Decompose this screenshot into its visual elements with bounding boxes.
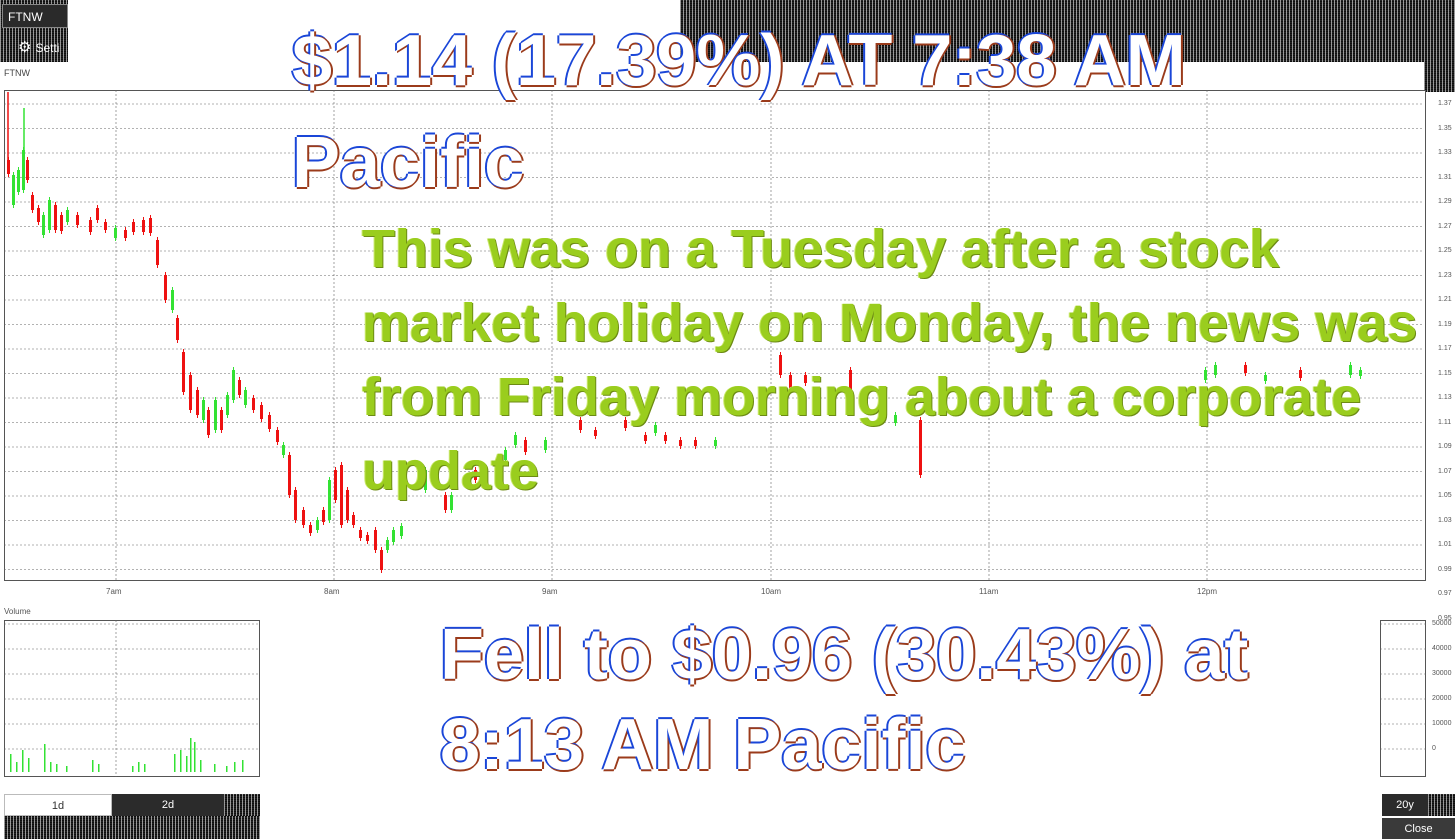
annotation-bottom: Fell to $0.96 (30.43%) at 8:13 AM Pacifi… [440,615,1249,785]
price-axis-tick: 1.35 [1438,124,1452,132]
volume-bar [200,760,202,772]
volume-bar [138,762,140,772]
settings-label: Setti [35,41,60,55]
volume-axis-tick: 0 [1432,745,1436,752]
footer-strip-left [4,816,260,839]
volume-axis-tick: 30000 [1432,670,1452,677]
volume-bar [44,744,46,772]
price-axis-tick: 1.03 [1438,516,1452,524]
price-axis-tick: 1.31 [1438,173,1452,181]
volume-bar [132,766,134,772]
right-side-strip [1424,62,1455,92]
volume-bar [28,758,30,772]
price-axis-tick: 1.01 [1438,541,1452,548]
price-axis-tick: 1.33 [1438,149,1452,156]
volume-bar [242,760,244,772]
volume-bar [16,762,18,772]
price-axis-tick: 1.29 [1438,198,1452,205]
volume-bar [66,766,68,772]
price-axis-tick: 1.37 [1438,100,1452,107]
volume-bar [22,750,24,772]
volume-bar [226,766,228,772]
volume-chart-right [1380,620,1426,777]
gear-icon: ⚙ [18,39,32,56]
annotation-top: $1.14 (17.39%) AT 7:38 AM Pacific [292,21,1186,203]
volume-bar [98,764,100,772]
volume-bar [190,738,192,772]
time-axis-tick: 10am [761,587,782,596]
footer-strip-right [1428,794,1455,816]
volume-bar [174,754,176,772]
time-axis-tick: 12pm [1197,587,1218,596]
volume-bar [214,764,216,772]
volume-chart [4,620,260,777]
time-axis-tick: 7am [106,587,122,596]
timeframe-1d-button[interactable]: 1d [4,794,112,816]
time-axis-tick: 9am [542,587,558,596]
volume-axis-tick: 50000 [1432,620,1452,627]
price-axis-tick: 0.97 [1438,590,1452,597]
volume-label: Volume [4,607,31,616]
timeframe-20y-button[interactable]: 20y [1382,794,1428,816]
chart-symbol-label: FTNW [4,68,30,78]
volume-bar [10,754,12,772]
volume-bar [186,756,188,772]
volume-bar [56,764,58,772]
volume-axis-tick: 10000 [1432,720,1452,727]
annotation-middle: This was on a Tuesday after a stock mark… [362,219,1418,501]
timeframe-2d-button[interactable]: 2d [112,794,224,816]
time-axis-tick: 8am [324,587,340,596]
volume-bar [144,764,146,772]
volume-bar [234,762,236,772]
volume-axis-tick: 20000 [1432,695,1452,702]
settings-button[interactable]: ⚙ Setti [18,38,59,56]
timeframe-strip [224,794,260,816]
volume-bar [194,742,196,772]
volume-bar [92,760,94,772]
volume-axis-tick: 40000 [1432,645,1452,652]
price-axis-tick: 0.99 [1438,565,1452,573]
volume-bar [180,750,182,772]
volume-bar [50,762,52,772]
close-button[interactable]: Close [1382,818,1455,839]
ticker-input[interactable]: FTNW [2,4,68,28]
time-axis-tick: 11am [979,587,999,596]
